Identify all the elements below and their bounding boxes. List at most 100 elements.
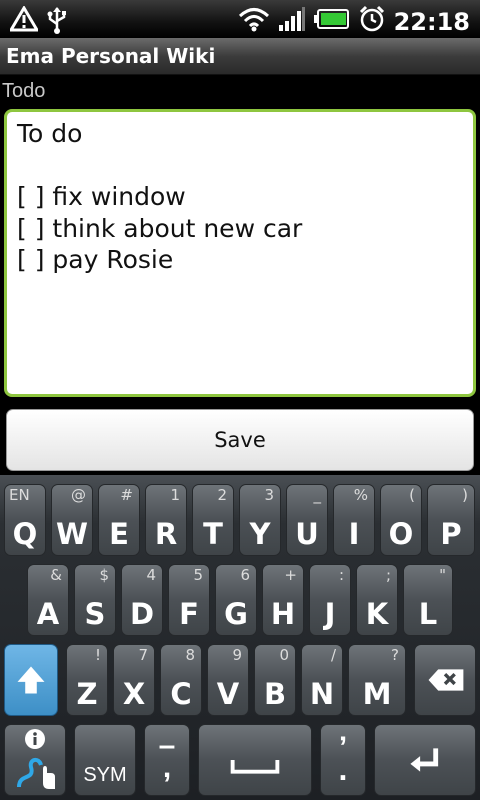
key-label: F	[179, 597, 199, 631]
key-label: B	[263, 677, 287, 711]
key-o[interactable]: ( O	[380, 484, 422, 556]
key-alt-label: "	[439, 566, 446, 584]
key-alt-label: 0	[279, 646, 289, 664]
key-label: H	[270, 597, 296, 631]
key-alt-label: 7	[138, 646, 148, 664]
period-label: .	[338, 751, 348, 787]
key-j[interactable]: : J	[309, 564, 351, 636]
key-alt-label: #	[120, 486, 133, 504]
key-v[interactable]: 9 V	[207, 644, 249, 716]
key-alt-label: 8	[185, 646, 195, 664]
key-q[interactable]: EN Q	[4, 484, 46, 556]
page-editor[interactable]: To do [ ] fix window [ ] think about new…	[4, 109, 476, 397]
key-alt-label: @	[71, 486, 86, 504]
sym-label: SYM	[83, 764, 127, 786]
key-alt-label: 6	[240, 566, 250, 584]
space-key[interactable]	[198, 724, 312, 796]
key-label: S	[84, 597, 106, 631]
input-options-key[interactable]	[4, 724, 66, 796]
key-p[interactable]: ) P	[427, 484, 475, 556]
enter-key[interactable]	[374, 724, 476, 796]
key-alt-label: $	[99, 566, 109, 584]
key-alt-label: /	[330, 646, 336, 664]
key-alt-label: 3	[264, 486, 274, 504]
shift-key[interactable]	[4, 644, 58, 716]
page-name: Todo	[2, 80, 46, 102]
soft-keyboard: EN Q @ W # E 1 R 2 T 3 Y _ U % I ( O ) P…	[0, 475, 480, 800]
key-alt-label: !	[94, 646, 101, 664]
key-r[interactable]: 1 R	[145, 484, 187, 556]
signal-icon	[278, 6, 306, 37]
key-a[interactable]: & A	[27, 564, 69, 636]
shift-arrow-icon	[17, 666, 45, 694]
key-alt-label: ?	[391, 646, 399, 664]
key-alt-label: 9	[232, 646, 242, 664]
key-m[interactable]: ? M	[348, 644, 406, 716]
key-z[interactable]: ! Z	[66, 644, 108, 716]
alarm-icon	[358, 5, 386, 38]
key-w[interactable]: @ W	[51, 484, 93, 556]
key-label: P	[440, 517, 462, 551]
key-n[interactable]: / N	[301, 644, 343, 716]
key-alt-label: 1	[170, 486, 180, 504]
key-label: O	[388, 517, 414, 551]
backspace-key[interactable]	[414, 644, 476, 716]
page-content: Todo To do [ ] fix window [ ] think abou…	[0, 75, 480, 475]
period-key[interactable]: ’ .	[320, 724, 366, 796]
save-button[interactable]: Save	[6, 409, 474, 471]
key-f[interactable]: 5 F	[168, 564, 210, 636]
key-alt-label: +	[284, 566, 297, 584]
key-label: A	[36, 597, 60, 631]
space-bar-icon	[230, 760, 280, 774]
key-label: Q	[12, 517, 38, 551]
dash-key[interactable]: – ,	[144, 724, 190, 796]
key-label: L	[418, 597, 438, 631]
key-label: J	[324, 597, 336, 631]
key-alt-label: ;	[385, 566, 391, 584]
info-icon	[5, 728, 65, 750]
key-alt-label: :	[338, 566, 344, 584]
key-s[interactable]: $ S	[74, 564, 116, 636]
key-b[interactable]: 0 B	[254, 644, 296, 716]
key-c[interactable]: 8 C	[160, 644, 202, 716]
key-i[interactable]: % I	[333, 484, 375, 556]
key-alt-label: )	[462, 486, 468, 504]
clock: 22:18	[393, 7, 470, 36]
key-label: N	[309, 677, 335, 711]
key-label: T	[203, 517, 223, 551]
key-label: W	[56, 517, 88, 551]
app-title-bar: Ema Personal Wiki	[0, 38, 480, 75]
key-label: U	[295, 517, 319, 551]
battery-icon	[313, 7, 350, 36]
backspace-icon	[428, 669, 464, 691]
key-t[interactable]: 2 T	[192, 484, 234, 556]
wifi-icon	[238, 6, 270, 37]
key-l[interactable]: " L	[403, 564, 453, 636]
app-title: Ema Personal Wiki	[6, 44, 216, 68]
enter-icon	[410, 748, 439, 772]
key-d[interactable]: 4 D	[121, 564, 163, 636]
key-label: R	[154, 517, 178, 551]
key-e[interactable]: # E	[98, 484, 140, 556]
warning-icon	[8, 5, 40, 39]
key-label: Y	[249, 517, 271, 551]
key-y[interactable]: 3 Y	[239, 484, 281, 556]
key-x[interactable]: 7 X	[113, 644, 155, 716]
key-h[interactable]: + H	[262, 564, 304, 636]
key-label: V	[216, 677, 240, 711]
key-alt-label: (	[409, 486, 415, 504]
key-label: I	[348, 517, 360, 551]
key-label: G	[224, 597, 248, 631]
key-g[interactable]: 6 G	[215, 564, 257, 636]
trace-swipe-icon	[17, 758, 55, 789]
key-alt-label: %	[353, 486, 368, 504]
usb-icon	[46, 6, 68, 39]
key-alt-label: _	[313, 486, 322, 504]
key-alt-label: &	[50, 566, 62, 584]
key-label: M	[362, 677, 392, 711]
comma-label: ,	[162, 751, 172, 784]
key-k[interactable]: ; K	[356, 564, 398, 636]
key-u[interactable]: _ U	[286, 484, 328, 556]
key-label: E	[109, 517, 129, 551]
sym-key[interactable]: SYM	[74, 724, 136, 796]
